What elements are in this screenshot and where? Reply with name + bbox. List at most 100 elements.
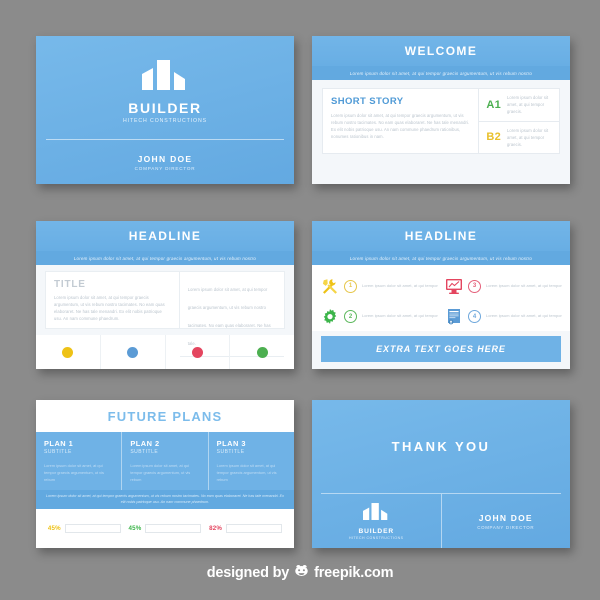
headline-text-header: HEADLINE [36,221,294,251]
gear-icon [320,307,339,326]
building-logo-icon [142,59,188,95]
welcome-panel: SHORT STORY Lorem ipsum dolor sit amet, … [322,88,560,154]
progress-label-3: 82% [209,525,223,532]
headline-icons-subbar: Lorem ipsum dolor sit amet, at qui tempo… [312,251,570,265]
progress-bar-row: 45% 45% 82% [36,509,294,548]
title-block: TITLE Lorem ipsum dolor sit amet, at qui… [46,272,180,328]
feature-item-1[interactable]: 1 Lorem ipsum dolor sit amet, at qui tem… [320,272,438,301]
cta-area: EXTRA TEXT GOES HERE [312,331,570,369]
dot-cell-2[interactable] [99,335,165,369]
code-text-b2: Lorem ipsum dolor sit amet, at qui tempo… [507,127,549,147]
future-plans-strip: Lorem ipsum dolor sit amet, at qui tempo… [36,490,294,509]
slide-welcome[interactable]: WELCOME Lorem ipsum dolor sit amet, at q… [312,36,570,184]
plan-column-2[interactable]: PLAN 2 SUBTITLE Lorem ipsum dolor sit am… [121,432,207,490]
credit-bar: designed by freepik.com [0,564,600,582]
plan-column-1[interactable]: PLAN 1 SUBTITLE Lorem ipsum dolor sit am… [36,432,121,490]
welcome-body: SHORT STORY Lorem ipsum dolor sit amet, … [312,80,570,184]
dot-cell-1[interactable] [36,335,100,369]
feature-text-1: Lorem ipsum dolor sit amet, at qui tempo… [362,282,438,288]
headline-text-body: TITLE Lorem ipsum dolor sit amet, at qui… [36,265,294,357]
extra-text-button[interactable]: EXTRA TEXT GOES HERE [321,336,561,362]
headline-text-subbar: Lorem ipsum dolor sit amet, at qui tempo… [36,251,294,265]
thank-you-person-cell: JOHN DOE COMPANY DIRECTOR [440,494,571,548]
freepik-logo-icon [294,564,309,582]
code-text-a1: Lorem ipsum dolor sit amet, at qui tempo… [507,95,549,115]
cover-person-name: JOHN DOE [137,153,193,164]
welcome-header: WELCOME [312,36,570,66]
progress-label-2: 45% [128,525,142,532]
thank-you-main: THANK YOU [312,400,570,493]
progress-track-2 [145,524,202,533]
dot-cell-4[interactable] [229,335,294,369]
thank-you-person-role: COMPANY DIRECTOR [477,524,535,530]
dot-row [36,335,294,369]
plan-3-text: Lorem ipsum dolor sit amet, at qui tempo… [216,463,277,483]
plan-2-subtitle: SUBTITLE [130,449,159,455]
text-cells: Lorem ipsum dolor sit amet, at qui tempo… [179,272,284,357]
slide-cover[interactable]: BUILDER HITECH CONSTRUCTIONS JOHN DOE CO… [36,36,294,184]
feature-grid: 1 Lorem ipsum dolor sit amet, at qui tem… [312,265,570,331]
feature-item-4[interactable]: 4 Lorem ipsum dolor sit amet, at qui tem… [444,303,562,332]
cover-title: BUILDER [128,99,202,116]
feature-number-1: 1 [344,279,357,293]
progress-label-1: 45% [47,525,61,532]
cover-surface: BUILDER HITECH CONSTRUCTIONS JOHN DOE CO… [36,36,294,184]
welcome-code-list: A1 Lorem ipsum dolor sit amet, at qui te… [479,89,559,153]
thank-you-brand: BUILDER [358,527,395,535]
list-item[interactable]: A1 Lorem ipsum dolor sit amet, at qui te… [479,89,559,121]
future-plans-title: FUTURE PLANS [107,408,223,424]
plans-row: PLAN 1 SUBTITLE Lorem ipsum dolor sit am… [36,432,294,490]
plan-column-3[interactable]: PLAN 3 SUBTITLE Lorem ipsum dolor sit am… [207,432,294,490]
short-story-body: Lorem ipsum dolor sit amet, at qui tempo… [331,113,470,140]
headline-text-panel: TITLE Lorem ipsum dolor sit amet, at qui… [45,271,285,357]
headline-text-subbar-text: Lorem ipsum dolor sit amet, at qui tempo… [73,255,257,261]
extra-text-button-label: EXTRA TEXT GOES HERE [376,344,506,354]
code-badge-b2: B2 [486,131,502,144]
plan-3-name: PLAN 3 [216,439,246,448]
thank-you-brand-subtitle: HITECH CONSTRUCTIONS [348,535,404,540]
feature-text-4: Lorem ipsum dolor sit amet, at qui tempo… [486,313,562,319]
thank-you-title: THANK YOU [391,439,491,454]
headline-icons-title: HEADLINE [404,229,478,243]
slide-headline-icons[interactable]: HEADLINE Lorem ipsum dolor sit amet, at … [312,221,570,369]
feature-text-3: Lorem ipsum dolor sit amet, at qui tempo… [486,282,562,288]
plan-1-name: PLAN 1 [44,439,74,448]
slides-board: BUILDER HITECH CONSTRUCTIONS JOHN DOE CO… [0,0,600,600]
code-badge-a1: A1 [486,98,502,111]
feature-number-2: 2 [344,310,357,324]
feature-text-2: Lorem ipsum dolor sit amet, at qui tempo… [362,313,438,319]
slide-headline-text[interactable]: HEADLINE Lorem ipsum dolor sit amet, at … [36,221,294,369]
feature-item-2[interactable]: 2 Lorem ipsum dolor sit amet, at qui tem… [320,303,438,332]
slide-future-plans[interactable]: FUTURE PLANS PLAN 1 SUBTITLE Lorem ipsum… [36,400,294,548]
progress-item-3[interactable]: 82% [209,524,283,533]
dot-green-icon [256,346,268,358]
list-item[interactable]: B2 Lorem ipsum dolor sit amet, at qui te… [479,120,559,154]
thank-you-surface: THANK YOU BUILDER HITECH CONSTRUCTIONS J… [312,400,570,548]
short-story-block: SHORT STORY Lorem ipsum dolor sit amet, … [323,89,480,153]
credit-site: freepik.com [314,565,394,581]
plan-2-text: Lorem ipsum dolor sit amet, at qui tempo… [130,463,191,483]
tools-icon [320,277,339,296]
thank-you-person-name: JOHN DOE [478,512,533,523]
feature-number-3: 3 [468,279,481,293]
future-plans-header: FUTURE PLANS [36,400,294,432]
cover-person-role: COMPANY DIRECTOR [134,165,196,171]
plan-2-name: PLAN 2 [130,439,160,448]
building-logo-icon [363,502,389,525]
title-heading: TITLE [54,279,86,290]
dot-red-icon [191,346,203,358]
headline-icons-subbar-text: Lorem ipsum dolor sit amet, at qui tempo… [349,255,533,261]
progress-item-1[interactable]: 45% [48,524,121,533]
progress-item-2[interactable]: 45% [128,524,202,533]
monitor-chart-icon [444,277,463,296]
dot-cell-3[interactable] [164,335,230,369]
cover-footer: JOHN DOE COMPANY DIRECTOR [36,140,294,184]
feature-item-3[interactable]: 3 Lorem ipsum dolor sit amet, at qui tem… [444,272,562,301]
slide-thank-you[interactable]: THANK YOU BUILDER HITECH CONSTRUCTIONS J… [312,400,570,548]
welcome-subbar-text: Lorem ipsum dolor sit amet, at qui tempo… [349,70,533,76]
plan-1-subtitle: SUBTITLE [44,449,72,455]
feature-number-4: 4 [468,310,481,324]
headline-icons-header: HEADLINE [312,221,570,251]
future-plans-strip-text: Lorem ipsum dolor sit amet, at qui tempo… [46,494,284,504]
credit-prefix: designed by [206,565,290,581]
